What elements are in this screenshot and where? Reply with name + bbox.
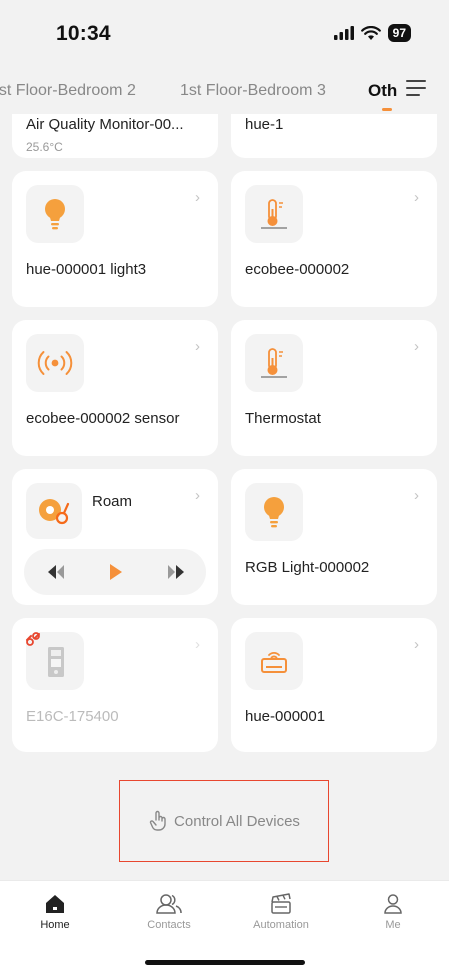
nav-label: Me bbox=[385, 919, 401, 931]
bulb-icon bbox=[45, 199, 65, 230]
play-icon[interactable] bbox=[104, 561, 128, 583]
chevron-right-icon: › bbox=[414, 338, 419, 355]
wifi-icon bbox=[360, 25, 381, 40]
nav-me[interactable]: Me bbox=[353, 893, 433, 931]
next-track-icon[interactable] bbox=[164, 561, 188, 583]
device-name: hue-000001 bbox=[245, 708, 326, 725]
speaker-icon bbox=[39, 499, 70, 525]
previous-track-icon[interactable] bbox=[44, 561, 68, 583]
device-card-rgb-light[interactable]: › RGB Light-000002 bbox=[231, 469, 437, 605]
nav-contacts[interactable]: Contacts bbox=[129, 893, 209, 931]
device-card-e16c[interactable]: › E16C-175400 bbox=[12, 618, 218, 752]
nav-label: Home bbox=[40, 919, 70, 931]
tab-other[interactable]: Oth bbox=[368, 81, 397, 101]
device-icon-box bbox=[26, 483, 82, 539]
tab-bedroom-3[interactable]: 1st Floor-Bedroom 3 bbox=[180, 82, 326, 100]
chevron-right-icon: › bbox=[195, 338, 200, 355]
thermometer-icon bbox=[261, 199, 287, 229]
device-card-ecobee-sensor[interactable]: › ecobee-000002 sensor bbox=[12, 320, 218, 456]
control-all-label: Control All Devices bbox=[174, 812, 300, 830]
bulb-icon bbox=[264, 497, 284, 528]
device-name: hue-1 bbox=[245, 116, 284, 133]
thermometer-icon bbox=[261, 348, 287, 378]
chevron-right-icon: › bbox=[414, 487, 419, 504]
device-icon-box bbox=[245, 334, 303, 392]
contacts-icon bbox=[156, 894, 182, 914]
device-name: ecobee-000002 bbox=[245, 261, 350, 278]
disconnected-icon bbox=[26, 632, 40, 646]
status-bar: 10:34 97 bbox=[0, 0, 449, 62]
chevron-right-icon: › bbox=[414, 636, 419, 653]
chevron-right-icon: › bbox=[414, 189, 419, 206]
nav-label: Automation bbox=[253, 919, 309, 931]
device-name: RGB Light-000002 bbox=[245, 559, 370, 576]
device-name: ecobee-000002 sensor bbox=[26, 410, 180, 427]
device-name: hue-000001 light3 bbox=[26, 261, 147, 278]
sensor-icon bbox=[37, 351, 73, 375]
person-icon bbox=[384, 894, 402, 914]
device-icon-box bbox=[26, 185, 84, 243]
device-card-thermostat[interactable]: › Thermostat bbox=[231, 320, 437, 456]
chevron-right-icon: › bbox=[195, 189, 200, 206]
nav-home[interactable]: Home bbox=[15, 893, 95, 931]
battery-indicator: 97 bbox=[387, 24, 411, 42]
device-card-hue-1[interactable]: hue-1 bbox=[231, 114, 437, 158]
device-icon-box bbox=[245, 185, 303, 243]
menu-icon[interactable] bbox=[406, 80, 430, 100]
tab-bedroom-2[interactable]: 1st Floor-Bedroom 2 bbox=[0, 82, 136, 100]
nav-automation[interactable]: Automation bbox=[241, 893, 321, 931]
device-card-roam[interactable]: Roam › bbox=[12, 469, 218, 605]
signal-icon bbox=[333, 26, 354, 40]
tap-hand-icon bbox=[149, 810, 166, 831]
active-tab-indicator bbox=[382, 108, 392, 111]
device-card-hue-000001[interactable]: › hue-000001 bbox=[231, 618, 437, 752]
automation-icon bbox=[271, 893, 291, 914]
router-icon bbox=[261, 652, 287, 673]
doorbell-icon bbox=[48, 647, 64, 677]
device-card-hue-light3[interactable]: › hue-000001 light3 bbox=[12, 171, 218, 307]
device-name: Thermostat bbox=[245, 410, 321, 427]
control-all-devices-button[interactable]: Control All Devices bbox=[119, 780, 329, 862]
home-icon bbox=[46, 895, 64, 913]
chevron-right-icon: › bbox=[195, 636, 200, 653]
media-controls bbox=[24, 549, 206, 595]
device-card-air-quality[interactable]: Air Quality Monitor-00... 25.6°C bbox=[12, 114, 218, 158]
status-icons: 97 bbox=[333, 24, 411, 42]
nav-label: Contacts bbox=[147, 919, 191, 931]
device-card-ecobee[interactable]: › ecobee-000002 bbox=[231, 171, 437, 307]
room-tabs: 1st Floor-Bedroom 2 1st Floor-Bedroom 3 … bbox=[0, 62, 449, 114]
device-name: E16C-175400 bbox=[26, 708, 119, 725]
status-time: 10:34 bbox=[56, 22, 111, 45]
home-indicator bbox=[145, 960, 305, 965]
chevron-right-icon: › bbox=[195, 487, 200, 504]
device-icon-box bbox=[26, 334, 84, 392]
device-icon-box bbox=[245, 483, 303, 541]
device-reading: 25.6°C bbox=[26, 140, 63, 154]
device-icon-box bbox=[245, 632, 303, 690]
device-name: Roam bbox=[92, 493, 133, 510]
device-name: Air Quality Monitor-00... bbox=[26, 116, 184, 133]
